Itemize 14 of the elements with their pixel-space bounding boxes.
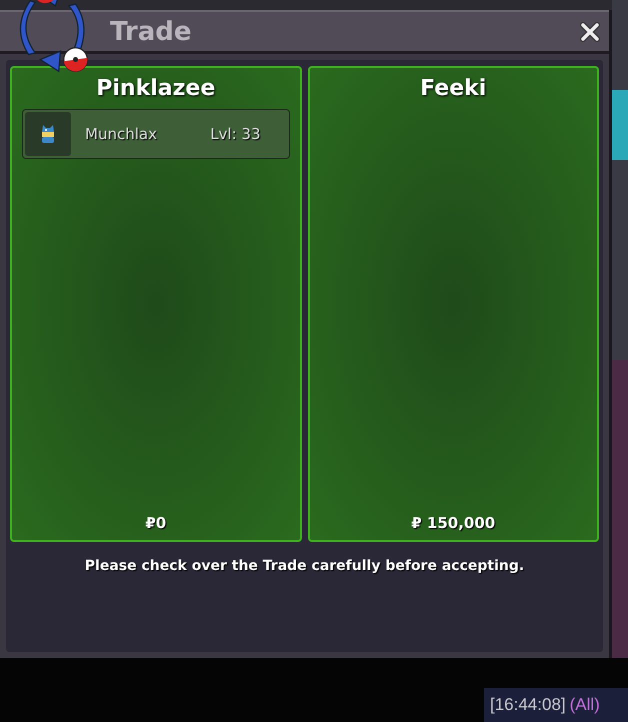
money-amount: ₽0	[145, 514, 166, 532]
trainer-name: Pinklazee	[96, 76, 216, 101]
close-button[interactable]	[579, 20, 601, 42]
creature-name: Munchlax	[85, 125, 158, 143]
money-amount: ₽ 150,000	[411, 514, 496, 532]
window-title: Trade	[110, 16, 192, 46]
notice-text: Please check over the Trade carefully before accepting.	[84, 558, 526, 574]
offer-row[interactable]: Munchlax Lvl: 33	[22, 109, 290, 159]
chat-timestamp: [16:44:08]	[490, 695, 566, 715]
trainer-name: Feeki	[420, 76, 486, 101]
chat-channel: (All)	[570, 695, 600, 715]
close-icon	[579, 20, 601, 42]
creature-icon	[39, 122, 57, 146]
creature-level: Lvl: 33	[210, 125, 260, 143]
